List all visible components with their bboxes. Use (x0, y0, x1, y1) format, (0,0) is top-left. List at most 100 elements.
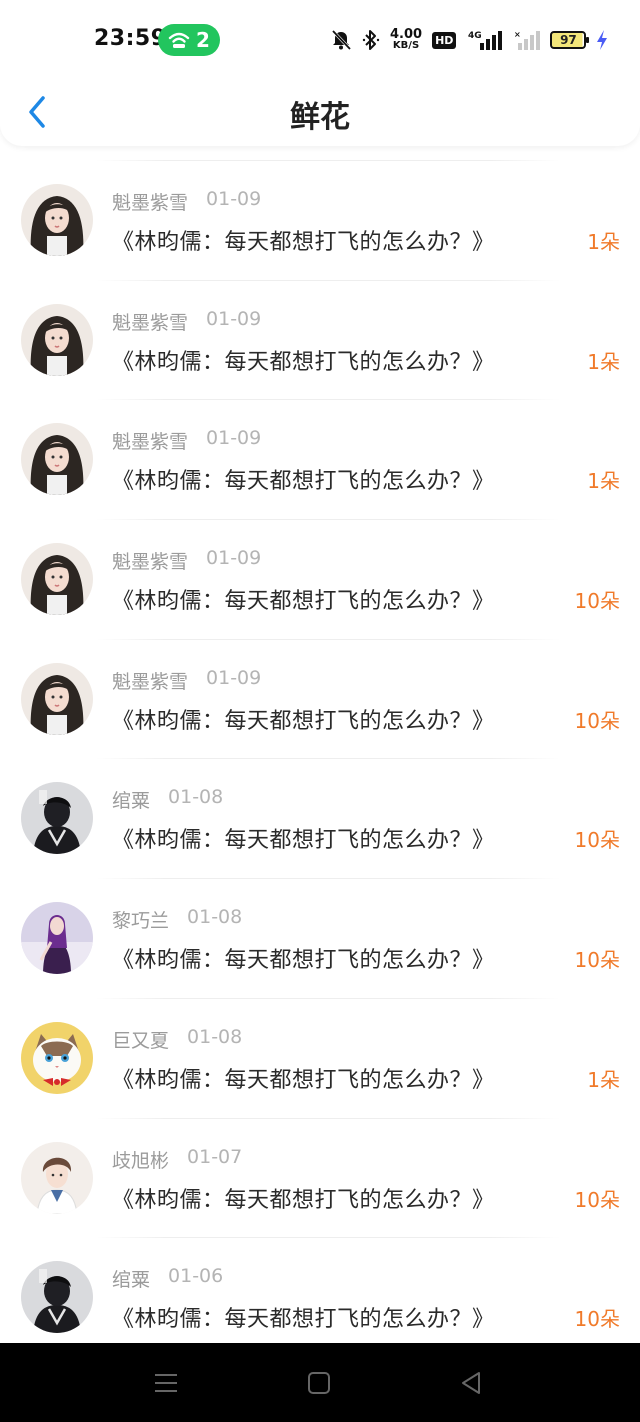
item-meta: 歧旭彬 01-07 (112, 1146, 242, 1173)
status-icons: 4.00 KB/S HD 4G × 97 (330, 26, 608, 54)
username[interactable]: 魁墨紫雪 (112, 188, 188, 215)
book-title[interactable]: 《林昀儒：每天都想打飞的怎么办？》 (112, 463, 495, 495)
divider (96, 997, 560, 999)
list-item[interactable]: 魁墨紫雪 01-09 《林昀儒：每天都想打飞的怎么办？》 10朵 (0, 638, 640, 759)
divider (96, 1237, 560, 1239)
hotspot-count: 2 (196, 28, 210, 52)
list-item[interactable]: 魁墨紫雪 01-09 《林昀儒：每天都想打飞的怎么办？》 1朵 (0, 399, 640, 519)
date: 01-07 (187, 1145, 243, 1168)
flower-amount: 1朵 (587, 1067, 620, 1092)
nav-bar: 鲜花 (0, 80, 640, 146)
date: 01-09 (206, 427, 262, 450)
top-card: 23:59 2 4.00 KB/S HD 4G × 97 鲜花 (0, 0, 640, 146)
list-item[interactable]: 歧旭彬 01-07 《林昀儒：每天都想打飞的怎么办？》 10朵 (0, 1117, 640, 1238)
divider (96, 160, 560, 161)
menu-icon[interactable] (152, 1369, 180, 1397)
date: 01-08 (187, 1025, 243, 1048)
date: 01-06 (168, 1265, 224, 1288)
system-nav-bar (0, 1343, 640, 1422)
avatar[interactable] (21, 1141, 93, 1214)
flower-amount: 1朵 (587, 349, 620, 374)
avatar[interactable] (21, 184, 93, 256)
list-item[interactable]: 黎巧兰 01-08 《林昀儒：每天都想打飞的怎么办？》 10朵 (0, 878, 640, 998)
item-meta: 绾粟 01-06 (112, 1265, 223, 1292)
username[interactable]: 魁墨紫雪 (112, 667, 188, 694)
book-title[interactable]: 《林昀儒：每天都想打飞的怎么办？》 (112, 1182, 495, 1214)
username[interactable]: 巨又夏 (112, 1026, 169, 1053)
network-speed: 4.00 KB/S (390, 27, 423, 51)
book-title[interactable]: 《林昀儒：每天都想打飞的怎么办？》 (112, 344, 495, 376)
flower-amount: 1朵 (587, 469, 620, 494)
list-item[interactable]: 绾粟 01-06 《林昀儒：每天都想打飞的怎么办？》 10朵 (0, 1237, 640, 1357)
divider (96, 638, 560, 640)
flower-list[interactable]: 魁墨紫雪 01-09 《林昀儒：每天都想打飞的怎么办？》 1朵 魁墨紫雪 01-09 《林昀… (0, 160, 640, 1357)
username[interactable]: 歧旭彬 (112, 1146, 169, 1173)
flower-amount: 10朵 (574, 589, 620, 614)
date: 01-08 (187, 906, 243, 929)
flower-amount: 10朵 (574, 1307, 620, 1332)
back-triangle-icon[interactable] (457, 1369, 485, 1397)
book-title[interactable]: 《林昀儒：每天都想打飞的怎么办？》 (112, 224, 495, 256)
mute-bell-icon (331, 29, 352, 51)
status-time: 23:59 (94, 26, 167, 51)
book-title[interactable]: 《林昀儒：每天都想打飞的怎么办？》 (112, 703, 495, 735)
svg-text:×: × (514, 30, 521, 39)
flower-amount: 10朵 (574, 1187, 620, 1212)
date: 01-09 (206, 307, 262, 330)
avatar[interactable] (21, 662, 93, 735)
avatar[interactable] (21, 543, 93, 616)
signal-4g-icon: 4G (468, 31, 503, 50)
item-meta: 魁墨紫雪 01-09 (112, 547, 261, 574)
username[interactable]: 绾粟 (112, 1265, 150, 1292)
status-bar: 23:59 2 4.00 KB/S HD 4G × 97 (0, 0, 640, 80)
item-meta: 魁墨紫雪 01-09 (112, 427, 261, 454)
item-meta: 绾粟 01-08 (112, 786, 223, 813)
divider (96, 878, 560, 880)
home-square-icon[interactable] (305, 1369, 333, 1397)
book-title[interactable]: 《林昀儒：每天都想打飞的怎么办？》 (112, 822, 495, 854)
list-item[interactable]: 魁墨紫雪 01-09 《林昀儒：每天都想打飞的怎么办？》 1朵 (0, 160, 640, 280)
avatar[interactable] (21, 902, 93, 975)
date: 01-09 (206, 666, 262, 689)
avatar[interactable] (21, 423, 93, 496)
page-title: 鲜花 (290, 100, 350, 135)
book-title[interactable]: 《林昀儒：每天都想打飞的怎么办？》 (112, 1062, 495, 1094)
username[interactable]: 黎巧兰 (112, 906, 169, 933)
avatar[interactable] (21, 1261, 93, 1334)
username[interactable]: 绾粟 (112, 786, 150, 813)
signal-empty-icon: × (514, 30, 541, 50)
list-item[interactable]: 魁墨紫雪 01-09 《林昀儒：每天都想打飞的怎么办？》 1朵 (0, 279, 640, 400)
username[interactable]: 魁墨紫雪 (112, 547, 188, 574)
item-meta: 魁墨紫雪 01-09 (112, 308, 261, 335)
divider (96, 758, 560, 760)
flower-amount: 10朵 (574, 948, 620, 973)
avatar[interactable] (21, 1021, 93, 1094)
avatar[interactable] (21, 303, 93, 376)
username[interactable]: 魁墨紫雪 (112, 308, 188, 335)
item-meta: 巨又夏 01-08 (112, 1026, 242, 1053)
flower-amount: 10朵 (574, 708, 620, 733)
bluetooth-icon (362, 30, 380, 50)
hotspot-icon (168, 32, 190, 48)
battery-indicator: 97 (550, 31, 590, 49)
book-title[interactable]: 《林昀儒：每天都想打飞的怎么办？》 (112, 583, 495, 615)
avatar[interactable] (21, 782, 93, 855)
charging-bolt-icon (597, 30, 608, 50)
list-item[interactable]: 魁墨紫雪 01-09 《林昀儒：每天都想打飞的怎么办？》 10朵 (0, 519, 640, 639)
divider (96, 279, 560, 281)
hd-badge: HD (432, 31, 457, 49)
book-title[interactable]: 《林昀儒：每天都想打飞的怎么办？》 (112, 942, 495, 974)
divider (96, 399, 560, 401)
list-item[interactable]: 绾粟 01-08 《林昀儒：每天都想打飞的怎么办？》 10朵 (0, 758, 640, 878)
divider (96, 519, 560, 521)
book-title[interactable]: 《林昀儒：每天都想打飞的怎么办？》 (112, 1301, 495, 1333)
hotspot-badge: 2 (158, 24, 220, 56)
date: 01-09 (206, 547, 262, 570)
divider (96, 1117, 560, 1119)
item-meta: 魁墨紫雪 01-09 (112, 188, 261, 215)
date: 01-08 (168, 786, 224, 809)
svg-text:4G: 4G (468, 31, 482, 41)
username[interactable]: 魁墨紫雪 (112, 427, 188, 454)
list-item[interactable]: 巨又夏 01-08 《林昀儒：每天都想打飞的怎么办？》 1朵 (0, 997, 640, 1118)
flower-amount: 10朵 (574, 828, 620, 853)
